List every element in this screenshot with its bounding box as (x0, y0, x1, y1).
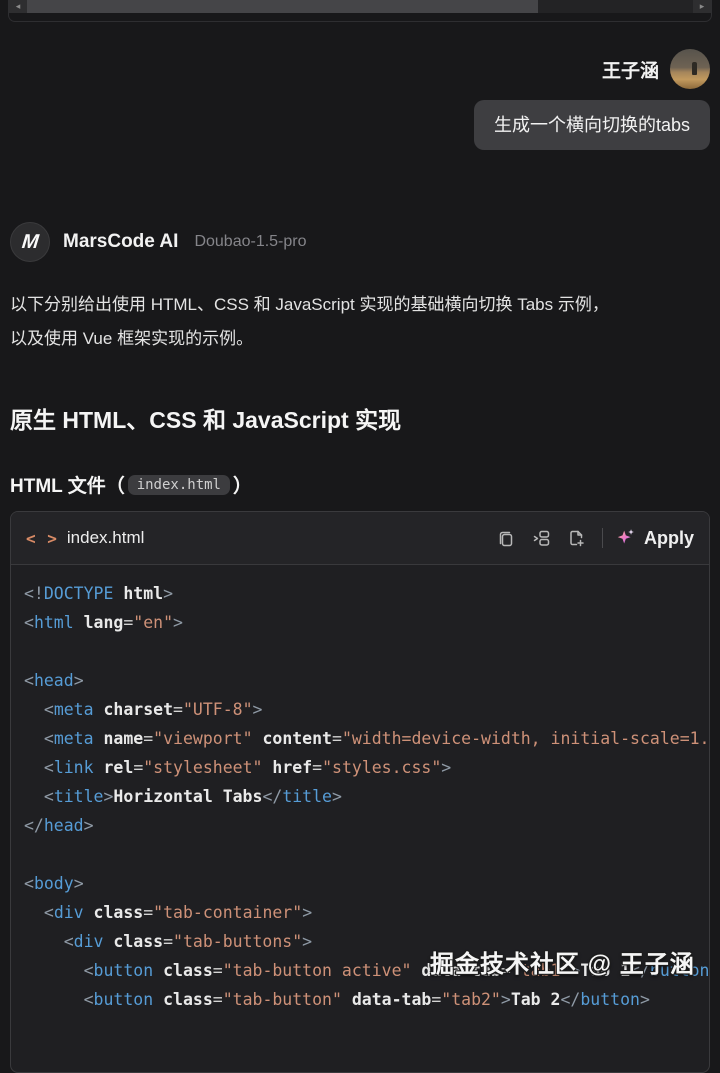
code-block: < > index.html (10, 511, 710, 1073)
user-name: 王子涵 (602, 56, 659, 83)
copy-icon (496, 528, 516, 548)
assistant-message-header: M MarsCode AI Doubao-1.5-pro (10, 222, 710, 262)
code-line (24, 637, 709, 666)
sub-heading-prefix: HTML 文件（ (10, 471, 125, 498)
chat-column: 王子涵 生成一个横向切换的tabs M MarsCode AI Doubao-1… (0, 49, 720, 1073)
user-message-bubble: 生成一个横向切换的tabs (474, 100, 710, 150)
code-line: <button class="tab-button active" data-t… (24, 956, 709, 985)
code-line: <head> (24, 666, 709, 695)
sub-heading: HTML 文件（ index.html ） (10, 471, 710, 498)
code-line: <html lang="en"> (24, 608, 709, 637)
code-line: <body> (24, 869, 709, 898)
intro-paragraph: 以下分别给出使用 HTML、CSS 和 JavaScript 实现的基础横向切换… (10, 288, 710, 356)
apply-label: Apply (644, 528, 694, 549)
top-panel-edge: ◂ ▸ (8, 0, 712, 22)
html-lang-icon: < > (26, 529, 58, 548)
apply-sparkle-icon (615, 527, 637, 549)
code-line (24, 840, 709, 869)
scrollbar-track[interactable] (538, 0, 693, 13)
insert-into-code-icon (531, 528, 551, 548)
section-heading: 原生 HTML、CSS 和 JavaScript 实现 (10, 401, 710, 435)
code-line: <div class="tab-container"> (24, 898, 709, 927)
code-filename: index.html (67, 528, 144, 548)
sub-heading-suffix: ） (233, 471, 252, 498)
code-line: <meta charset="UTF-8"> (24, 695, 709, 724)
toolbar-divider (602, 528, 603, 548)
new-file-button[interactable] (565, 527, 587, 549)
code-line: </head> (24, 811, 709, 840)
scrollbar-thumb[interactable] (27, 0, 538, 13)
copy-button[interactable] (495, 527, 517, 549)
code-line: <link rel="stylesheet" href="styles.css"… (24, 753, 709, 782)
code-line: <button class="tab-button" data-tab="tab… (24, 985, 709, 1014)
code-line: <!DOCTYPE html> (24, 579, 709, 608)
intro-line: 以及使用 Vue 框架实现的示例。 (10, 322, 710, 356)
apply-button[interactable]: Apply (615, 527, 694, 549)
code-line: <title>Horizontal Tabs</title> (24, 782, 709, 811)
code-line: <meta name="viewport" content="width=dev… (24, 724, 709, 753)
assistant-name: MarsCode AI (63, 231, 178, 253)
code-block-header: < > index.html (11, 512, 709, 565)
intro-line: 以下分别给出使用 HTML、CSS 和 JavaScript 实现的基础横向切换… (10, 288, 710, 322)
assistant-model-badge: Doubao-1.5-pro (194, 233, 306, 251)
horizontal-scrollbar[interactable]: ◂ ▸ (9, 0, 711, 13)
new-file-icon (566, 528, 586, 548)
code-line: <div class="tab-buttons"> (24, 927, 709, 956)
insert-into-code-button[interactable] (530, 527, 552, 549)
marscode-logo-icon: M (10, 222, 50, 262)
code-content: <!DOCTYPE html><html lang="en"> <head> <… (11, 565, 709, 1034)
user-avatar (670, 49, 710, 89)
scroll-left-button[interactable]: ◂ (9, 0, 27, 13)
scroll-right-button[interactable]: ▸ (693, 0, 711, 13)
inline-code-chip: index.html (128, 475, 230, 495)
user-message-header: 王子涵 (10, 49, 710, 89)
user-message-row: 生成一个横向切换的tabs (10, 100, 710, 150)
